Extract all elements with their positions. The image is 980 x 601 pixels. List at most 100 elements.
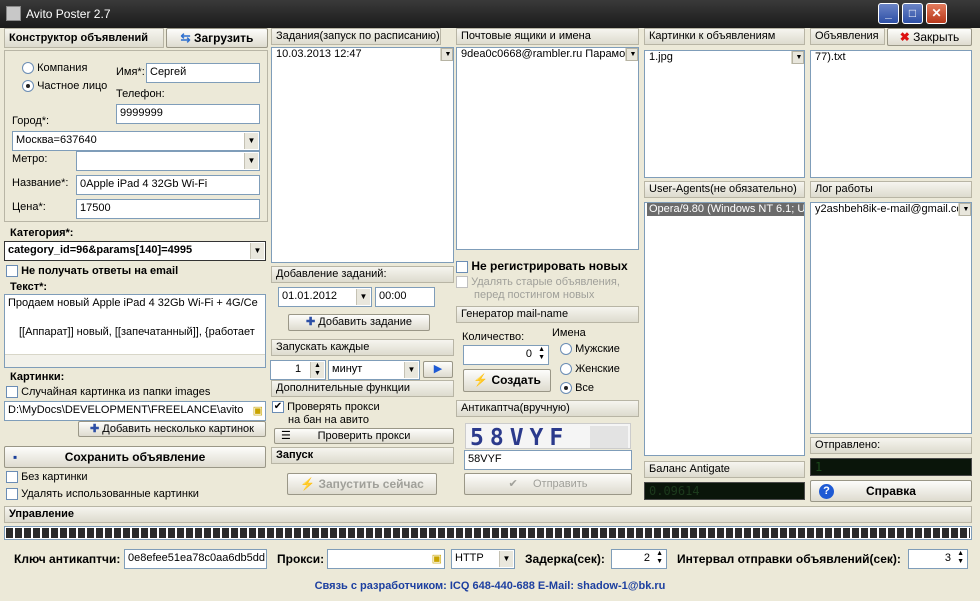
chevron-down-icon: ▼ bbox=[404, 362, 418, 378]
vertical-scrollbar[interactable]: ▲▼ bbox=[958, 203, 971, 216]
images-path-field[interactable]: D:\MyDocs\DEVELOPMENT\FREELANCE\avito ▣ bbox=[4, 401, 266, 421]
name-field[interactable]: Сергей bbox=[146, 63, 260, 83]
help-button[interactable]: ? Справка bbox=[810, 480, 972, 502]
save-ad-button[interactable]: ▪ Сохранить объявление bbox=[4, 446, 266, 468]
maximize-button[interactable]: □ bbox=[902, 3, 923, 24]
task-item[interactable]: 10.03.2013 12:47 bbox=[274, 48, 453, 61]
antigate-field[interactable]: 0e8efee51ea78c0aa6db5dd bbox=[124, 549, 267, 569]
vertical-scrollbar[interactable]: ▲▼ bbox=[791, 51, 804, 64]
radio-female[interactable]: Женские bbox=[560, 363, 620, 376]
check-proxy-checkbox[interactable]: ✔ Проверять прокси bbox=[272, 401, 380, 414]
balance-display: 0.09614 bbox=[644, 482, 805, 500]
play-icon: ▶ bbox=[433, 363, 443, 375]
user-agent-item[interactable]: Opera/9.80 (Windows NT 6.1; U; bbox=[647, 203, 804, 216]
constructor-header: Конструктор объявлений bbox=[4, 28, 164, 48]
proxy-field[interactable]: ▣ bbox=[327, 549, 445, 569]
generator-header: Генератор mail-name bbox=[456, 306, 639, 323]
no-images-checkbox[interactable]: Без картинки bbox=[6, 471, 88, 484]
price-field[interactable]: 17500 bbox=[76, 199, 260, 219]
ads-list[interactable]: 77).txtТекстовый документ.txt bbox=[810, 50, 972, 178]
log-list[interactable]: y2ashbeh8ik-e-mail@gmail.conp5o4t7w6g7a@… bbox=[810, 202, 972, 434]
progress-bar bbox=[4, 526, 972, 540]
minimize-button[interactable]: _ bbox=[878, 3, 899, 24]
horizontal-scrollbar[interactable] bbox=[5, 354, 265, 367]
interval-unit-select[interactable]: минут ▼ bbox=[328, 360, 420, 380]
text-line-2: [[Аппарат]] новый, [[запечатанный]], {ра… bbox=[19, 325, 255, 338]
radio-company[interactable]: Компания bbox=[22, 62, 87, 75]
time-field[interactable]: 00:00 bbox=[375, 287, 435, 307]
chevron-down-icon: ▼ bbox=[244, 153, 258, 169]
delete-old-label-2: перед постингом новых bbox=[474, 289, 595, 301]
names-label: Имена bbox=[552, 327, 586, 339]
metro-select[interactable]: ▼ bbox=[76, 151, 260, 171]
plus-icon: ✚ bbox=[306, 316, 316, 328]
window-title: Avito Poster 2.7 bbox=[26, 7, 111, 21]
create-button[interactable]: ⚡ Создать bbox=[463, 369, 551, 392]
delete-used-checkbox[interactable]: Удалять использованные картинки bbox=[6, 488, 199, 501]
count-stepper[interactable]: 0 ▲ ▼ bbox=[463, 345, 549, 365]
radio-all[interactable]: Все bbox=[560, 382, 594, 395]
check-proxy-label-2: на бан на авито bbox=[288, 414, 369, 426]
log-item[interactable]: y2ashbeh8ik-e-mail@gmail.con bbox=[813, 203, 971, 216]
no-replies-checkbox[interactable]: Не получать ответы на email bbox=[6, 265, 178, 278]
ad-file-item[interactable]: 77).txt bbox=[813, 51, 971, 64]
mailbox-item[interactable]: 9dea0c0668@rambler.ru Парамон bbox=[459, 48, 638, 61]
folder-icon[interactable]: ▣ bbox=[432, 552, 442, 565]
delete-old-checkbox[interactable]: Удалять старые объявления, bbox=[456, 276, 620, 289]
title-field[interactable]: 0Apple iPad 4 32Gb Wi-Fi bbox=[76, 175, 260, 195]
captcha-text: 58VYF bbox=[470, 425, 569, 450]
proxy-type-select[interactable]: HTTP ▼ bbox=[451, 549, 515, 569]
delay-label: Задерка(сек): bbox=[525, 552, 605, 566]
name-label: Имя*: bbox=[116, 66, 145, 78]
vertical-scrollbar[interactable]: ▲▼ bbox=[625, 48, 638, 61]
radio-private[interactable]: Частное лицо bbox=[22, 80, 107, 93]
text-line-1: Продаем новый Apple iPad 4 32Gb Wi-Fi + … bbox=[8, 297, 258, 309]
run-every-header: Запускать каждые bbox=[271, 339, 454, 356]
mailboxes-header: Почтовые ящики и имена bbox=[456, 28, 639, 45]
count-label: Количество: bbox=[462, 331, 525, 343]
check-proxy-button[interactable]: ☰ Проверить прокси bbox=[274, 428, 454, 444]
mailboxes-list[interactable]: 9dea0c0668@rambler.ru Парамонee47f0c5ee@… bbox=[456, 47, 639, 250]
sent-header: Отправлено: bbox=[810, 437, 972, 454]
launch-header: Запуск bbox=[271, 447, 454, 464]
app-icon bbox=[6, 6, 21, 21]
add-images-button[interactable]: ✚ Добавить несколько картинок bbox=[78, 421, 266, 437]
close-button[interactable]: ✕ bbox=[926, 3, 947, 24]
launch-now-button[interactable]: ⚡ Запустить сейчас bbox=[287, 473, 437, 495]
delay-stepper[interactable]: 2 ▲ ▼ bbox=[611, 549, 667, 569]
image-item[interactable]: 1.jpg bbox=[647, 51, 804, 64]
play-button[interactable]: ▶ bbox=[423, 361, 453, 378]
radio-male[interactable]: Мужские bbox=[560, 343, 620, 356]
send-interval-stepper[interactable]: 3 ▲ ▼ bbox=[908, 549, 968, 569]
folder-icon[interactable]: ▣ bbox=[253, 404, 263, 417]
text-area[interactable]: Продаем новый Apple iPad 4 32Gb Wi-Fi + … bbox=[4, 294, 266, 368]
phone-field[interactable]: 9999999 bbox=[116, 104, 260, 124]
add-task-button[interactable]: ✚ Добавить задание bbox=[288, 314, 430, 331]
sent-display: 1 bbox=[810, 458, 972, 476]
user-agents-list[interactable]: Opera/9.80 (Windows NT 6.1; U;Mozilla/5.… bbox=[644, 202, 805, 456]
date-picker[interactable]: 01.01.2012 ▼ bbox=[278, 287, 372, 307]
random-image-checkbox[interactable]: Случайная картинка из папки images bbox=[6, 386, 210, 399]
category-label: Категория*: bbox=[10, 227, 74, 239]
metro-label: Метро: bbox=[12, 153, 48, 165]
vertical-scrollbar[interactable]: ▲▼ bbox=[440, 48, 453, 61]
spin-icon: ▲ ▼ bbox=[656, 550, 663, 565]
plus-icon: ✚ bbox=[90, 423, 100, 435]
phone-label: Телефон: bbox=[116, 88, 165, 100]
category-select[interactable]: category_id=96&params[140]=4995 ▼ bbox=[4, 241, 266, 261]
send-button[interactable]: ✔ Отправить bbox=[464, 473, 632, 495]
chevron-down-icon: ▼ bbox=[499, 551, 513, 567]
interval-stepper[interactable]: 1 ▲ ▼ bbox=[270, 360, 326, 380]
add-tasks-header: Добавление заданий: bbox=[271, 266, 454, 283]
antigate-label: Ключ антикаптчи: bbox=[14, 552, 121, 566]
images-list[interactable]: 1.jpg11.jpg12.jpg2.jpg3.JPG4.JPG5.jpg6.j… bbox=[644, 50, 805, 178]
close-ads-button[interactable]: ✖ Закрыть bbox=[887, 28, 972, 46]
no-register-checkbox[interactable]: Не регистрировать новых bbox=[456, 259, 628, 273]
help-icon: ? bbox=[819, 484, 834, 499]
tasks-list[interactable]: 10.03.2013 12:4710.03.2013 13:0710.03.20… bbox=[271, 47, 454, 263]
lightning-icon: ⚡ bbox=[300, 477, 316, 491]
load-button[interactable]: ⇆ Загрузить bbox=[166, 28, 268, 48]
city-select[interactable]: Москва=637640 ▼ bbox=[12, 131, 260, 151]
captcha-field[interactable]: 58VYF bbox=[464, 450, 632, 470]
interval-label: Интервал отправки объявлений(сек): bbox=[677, 552, 901, 566]
